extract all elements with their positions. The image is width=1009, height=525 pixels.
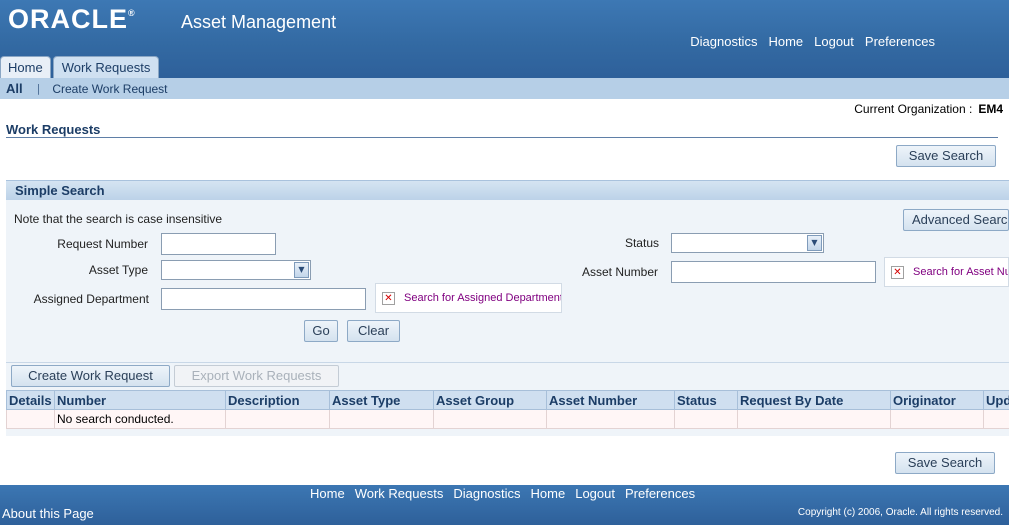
request-number-label: Request Number bbox=[57, 237, 148, 251]
title-divider bbox=[6, 137, 998, 138]
asset-number-label: Asset Number bbox=[581, 265, 658, 279]
organization-value: EM4 bbox=[978, 102, 1003, 116]
table-row: No search conducted. bbox=[6, 409, 1009, 429]
table-cell bbox=[546, 409, 675, 429]
global-links: Diagnostics Home Logout Preferences bbox=[690, 34, 935, 49]
footer-link-diagnostics[interactable]: Diagnostics bbox=[453, 486, 520, 501]
broken-image-icon[interactable]: ✕ bbox=[891, 265, 904, 279]
about-this-page-link[interactable]: About this Page bbox=[2, 506, 94, 521]
table-cell bbox=[674, 409, 738, 429]
current-organization: Current Organization : EM4 bbox=[854, 102, 1003, 116]
table-cell bbox=[6, 409, 55, 429]
asset-type-label: Asset Type bbox=[88, 263, 148, 277]
global-link-logout[interactable]: Logout bbox=[814, 34, 854, 49]
table-header-row: Details Number Description Asset Type As… bbox=[6, 390, 1009, 410]
simple-search-header: Simple Search bbox=[6, 180, 1009, 200]
save-search-button-top[interactable]: Save Search bbox=[896, 145, 996, 167]
column-header-asset-type: Asset Type bbox=[329, 390, 434, 410]
footer-link-logout[interactable]: Logout bbox=[575, 486, 615, 501]
page-title: Work Requests bbox=[6, 122, 101, 137]
results-table: Details Number Description Asset Type As… bbox=[6, 390, 1009, 429]
footer-link-home[interactable]: Home bbox=[310, 486, 345, 501]
column-header-status: Status bbox=[674, 390, 738, 410]
column-header-details: Details bbox=[6, 390, 55, 410]
footer-link-preferences[interactable]: Preferences bbox=[625, 486, 695, 501]
footer: Home Work Requests Diagnostics Home Logo… bbox=[0, 485, 1009, 525]
broken-image-icon[interactable]: ✕ bbox=[382, 291, 395, 305]
subtab-separator: | bbox=[36, 82, 41, 95]
footer-link-work-requests[interactable]: Work Requests bbox=[355, 486, 444, 501]
request-number-input[interactable] bbox=[161, 233, 276, 255]
case-insensitive-note: Note that the search is case insensitive bbox=[14, 212, 223, 226]
header: ORACLE® Asset Management Diagnostics Hom… bbox=[0, 0, 1009, 78]
app-name: Asset Management bbox=[181, 12, 337, 32]
global-link-diagnostics[interactable]: Diagnostics bbox=[690, 34, 757, 49]
empty-results-message: No search conducted. bbox=[54, 409, 226, 429]
subtab-all[interactable]: All bbox=[6, 81, 23, 96]
registered-mark: ® bbox=[128, 8, 136, 18]
status-select[interactable]: ▼ bbox=[671, 233, 824, 253]
results-table-footer bbox=[6, 429, 1009, 436]
tab-bar: Home Work Requests bbox=[0, 56, 161, 78]
tab-home[interactable]: Home bbox=[0, 56, 51, 78]
simple-search-title: Simple Search bbox=[15, 183, 105, 198]
assigned-department-lov[interactable]: ✕ Search for Assigned Department bbox=[375, 283, 562, 313]
global-link-home[interactable]: Home bbox=[768, 34, 803, 49]
column-header-request-by-date: Request By Date bbox=[737, 390, 891, 410]
subtab-bar: All | Create Work Request bbox=[0, 78, 1009, 99]
asset-number-lov[interactable]: ✕ Search for Asset Number bbox=[884, 257, 1009, 287]
table-cell bbox=[225, 409, 330, 429]
save-search-button-bottom[interactable]: Save Search bbox=[895, 452, 995, 474]
export-work-requests-button: Export Work Requests bbox=[174, 365, 339, 387]
brand-text: ORACLE bbox=[8, 4, 128, 34]
page: ORACLE® Asset Management Diagnostics Hom… bbox=[0, 0, 1009, 525]
table-cell bbox=[433, 409, 547, 429]
column-header-asset-number: Asset Number bbox=[546, 390, 675, 410]
table-cell bbox=[890, 409, 984, 429]
table-cell bbox=[329, 409, 434, 429]
footer-links: Home Work Requests Diagnostics Home Logo… bbox=[310, 486, 695, 501]
asset-type-select[interactable]: ▼ bbox=[161, 260, 311, 280]
assigned-department-label: Assigned Department bbox=[33, 292, 149, 306]
global-link-preferences[interactable]: Preferences bbox=[865, 34, 935, 49]
footer-link-home-2[interactable]: Home bbox=[531, 486, 566, 501]
assigned-department-input[interactable] bbox=[161, 288, 366, 310]
table-cell bbox=[983, 409, 1009, 429]
column-header-updated: Updated bbox=[983, 390, 1009, 410]
asset-number-input[interactable] bbox=[671, 261, 876, 283]
oracle-logo: ORACLE® bbox=[8, 4, 136, 35]
column-header-description: Description bbox=[225, 390, 330, 410]
go-button[interactable]: Go bbox=[304, 320, 338, 342]
copyright: Copyright (c) 2006, Oracle. All rights r… bbox=[797, 507, 1003, 518]
create-work-request-button[interactable]: Create Work Request bbox=[11, 365, 170, 387]
column-header-originator: Originator bbox=[890, 390, 984, 410]
status-label: Status bbox=[624, 236, 659, 250]
column-header-asset-group: Asset Group bbox=[433, 390, 547, 410]
subtab-create-work-request[interactable]: Create Work Request bbox=[52, 82, 167, 96]
asset-number-lov-text[interactable]: Search for Asset Number bbox=[913, 266, 1008, 278]
clear-button[interactable]: Clear bbox=[347, 320, 400, 342]
advanced-search-button[interactable]: Advanced Search bbox=[903, 209, 1009, 231]
chevron-down-icon[interactable]: ▼ bbox=[807, 235, 822, 251]
assigned-department-lov-text[interactable]: Search for Assigned Department bbox=[404, 292, 561, 304]
column-header-number: Number bbox=[54, 390, 226, 410]
table-cell bbox=[737, 409, 891, 429]
tab-work-requests[interactable]: Work Requests bbox=[52, 56, 160, 78]
chevron-down-icon[interactable]: ▼ bbox=[294, 262, 309, 278]
organization-label: Current Organization : bbox=[854, 102, 973, 116]
